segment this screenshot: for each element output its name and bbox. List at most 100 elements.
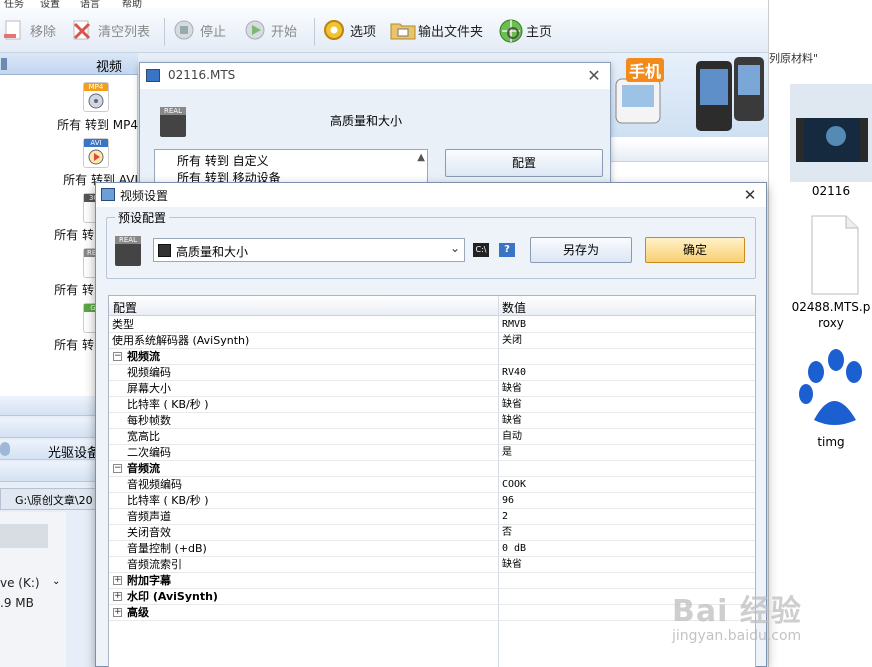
disc-icon xyxy=(0,442,10,456)
start-button[interactable]: 开始 xyxy=(243,14,297,46)
video-section-header[interactable]: 视频 xyxy=(0,53,138,75)
real-format-icon: REAL xyxy=(160,107,186,137)
category-rom-device[interactable]: 光驱设备 xyxy=(0,440,101,461)
property-row[interactable]: 音量控制 (+dB) 0 dB xyxy=(109,541,755,557)
rom-device-label: 光驱设备 xyxy=(48,446,101,461)
mts-source-list[interactable]: 所有 转到 自定义 所有 转到 移动设备 ▲ xyxy=(154,149,428,185)
property-row[interactable]: 关闭音效 否 xyxy=(109,525,755,541)
expand-icon[interactable]: + xyxy=(113,576,122,585)
preset-select[interactable]: 高质量和大小 ⌄ xyxy=(153,238,465,262)
category-image[interactable] xyxy=(0,418,100,438)
list-item[interactable]: 所有 转到 自定义 xyxy=(177,152,269,169)
category-audio[interactable] xyxy=(0,396,100,416)
output-folder-button[interactable]: 输出文件夹 xyxy=(390,14,483,46)
baidu-jingyan-watermark: Bai 经验 jingyan.baidu.com xyxy=(672,572,872,667)
stop-button[interactable]: 停止 xyxy=(172,14,226,46)
property-value[interactable]: RMVB xyxy=(502,317,526,332)
file-item-proxy[interactable]: 02488.MTS.proxy xyxy=(790,212,872,331)
property-row[interactable]: 宽高比 自动 xyxy=(109,429,755,445)
menu-help[interactable]: 帮助 xyxy=(122,0,142,8)
close-icon[interactable]: ✕ xyxy=(584,66,604,86)
drive-info: ve (K:) ⌄ .9 MB xyxy=(0,512,66,667)
folder-icon xyxy=(390,18,416,42)
category-advanced[interactable] xyxy=(0,462,100,482)
mts-title-bar[interactable]: 02116.MTS ✕ xyxy=(140,63,610,89)
collapse-icon[interactable]: − xyxy=(113,464,122,473)
drive-size: .9 MB xyxy=(0,596,34,610)
property-row[interactable]: 比特率 ( KB/秒 ) 缺省 xyxy=(109,397,755,413)
property-value[interactable]: 关闭 xyxy=(502,333,522,348)
save-as-button[interactable]: 另存为 xyxy=(530,237,632,263)
property-value[interactable]: COOK xyxy=(502,477,526,492)
property-row[interactable]: 二次编码 是 xyxy=(109,445,755,461)
property-value[interactable]: 0 dB xyxy=(502,541,526,556)
config-button[interactable]: 配置 xyxy=(445,149,603,177)
remove-button[interactable]: 移除 xyxy=(2,14,56,46)
property-row[interactable]: 类型 RMVB xyxy=(109,317,755,333)
menu-language[interactable]: 语言 xyxy=(80,0,100,8)
property-value[interactable]: 缺省 xyxy=(502,381,522,396)
property-row[interactable]: 音频声道 2 xyxy=(109,509,755,525)
property-row[interactable]: 音视频编码 COOK xyxy=(109,477,755,493)
drive-bar xyxy=(0,524,48,548)
remove-label: 移除 xyxy=(30,24,57,40)
dialog-title-bar[interactable]: 视频设置 ✕ xyxy=(96,183,766,207)
property-value[interactable]: 缺省 xyxy=(502,557,522,572)
property-name: 比特率 ( KB/秒 ) xyxy=(127,494,209,507)
toolbar-separator xyxy=(314,18,315,46)
format-3gp[interactable]: 所有 转 xyxy=(0,226,94,243)
preset-group-label: 预设配置 xyxy=(115,209,170,226)
scroll-up-icon[interactable]: ▲ xyxy=(417,152,425,163)
expand-icon[interactable]: + xyxy=(113,592,122,601)
file-name: timg xyxy=(817,435,845,449)
menu-task[interactable]: 任务 xyxy=(4,0,24,8)
property-category[interactable]: − 视频流 xyxy=(109,349,755,365)
property-value[interactable]: 2 xyxy=(502,509,508,524)
close-icon[interactable]: ✕ xyxy=(740,185,760,205)
file-item-02116[interactable]: 02116 xyxy=(790,84,872,198)
options-button[interactable]: 选项 xyxy=(322,14,376,46)
command-line-icon[interactable]: C:\ xyxy=(473,243,489,257)
property-value[interactable]: 是 xyxy=(502,445,512,460)
property-category[interactable]: − 音频流 xyxy=(109,461,755,477)
property-name: 使用系统解码器 (AviSynth) xyxy=(112,334,250,347)
video-thumbnail xyxy=(790,84,872,182)
property-row[interactable]: 屏幕大小 缺省 xyxy=(109,381,755,397)
format-gif[interactable]: 所有 转 xyxy=(0,336,94,353)
property-category[interactable]: + 高级 xyxy=(109,605,755,621)
drive-label: ve (K:) xyxy=(0,576,40,590)
home-button[interactable]: 主页 xyxy=(498,14,552,46)
output-path-bar[interactable]: G:\原创文章\20 xyxy=(0,488,100,510)
property-value[interactable]: 缺省 xyxy=(502,413,522,428)
property-value[interactable]: 否 xyxy=(502,525,512,540)
film-icon xyxy=(158,244,171,257)
file-item-timg[interactable]: timg xyxy=(790,342,872,449)
output-folder-label: 输出文件夹 xyxy=(418,24,484,40)
help-icon[interactable]: ? xyxy=(499,243,515,257)
property-row[interactable]: 使用系统解码器 (AviSynth) 关闭 xyxy=(109,333,755,349)
clear-list-button[interactable]: 清空列表 xyxy=(70,14,150,46)
property-value[interactable]: RV40 xyxy=(502,365,526,380)
ok-button[interactable]: 确定 xyxy=(645,237,745,263)
format-real[interactable]: 所有 转 xyxy=(0,281,94,298)
preset-group: 预设配置 REAL 高质量和大小 ⌄ C:\ ? 另存为 确定 xyxy=(106,209,756,279)
property-row[interactable]: 视频编码 RV40 xyxy=(109,365,755,381)
property-value[interactable]: 缺省 xyxy=(502,397,522,412)
start-icon xyxy=(243,18,267,42)
property-name: 比特率 ( KB/秒 ) xyxy=(127,398,209,411)
property-row[interactable]: 音频流索引 缺省 xyxy=(109,557,755,573)
column-value[interactable]: 数值 xyxy=(502,299,526,316)
expand-icon[interactable]: + xyxy=(113,608,122,617)
format-mp4[interactable]: 所有 转到 MP4 xyxy=(0,116,138,133)
property-row[interactable]: 比特率 ( KB/秒 ) 96 xyxy=(109,493,755,509)
property-row[interactable]: 每秒帧数 缺省 xyxy=(109,413,755,429)
chevron-down-icon[interactable]: ⌄ xyxy=(52,576,60,587)
property-category[interactable]: + 水印 (AviSynth) xyxy=(109,589,755,605)
property-value[interactable]: 96 xyxy=(502,493,514,508)
chevron-down-icon[interactable]: ⌄ xyxy=(450,241,460,255)
menu-settings[interactable]: 设置 xyxy=(40,0,60,8)
column-config[interactable]: 配置 xyxy=(113,299,137,316)
property-value[interactable]: 自动 xyxy=(502,429,522,444)
collapse-icon[interactable]: − xyxy=(113,352,122,361)
property-category[interactable]: + 附加字幕 xyxy=(109,573,755,589)
